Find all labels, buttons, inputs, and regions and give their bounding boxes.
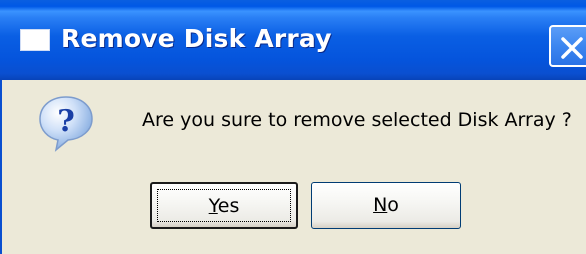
window-frame-left (0, 80, 2, 254)
yes-label-rest: es (217, 195, 240, 217)
yes-button-label: Yes (209, 195, 240, 217)
title-bar[interactable]: Remove Disk Array (0, 0, 586, 80)
dialog-title: Remove Disk Array (61, 24, 332, 53)
window-icon (20, 29, 50, 51)
yes-accelerator: Y (208, 195, 218, 217)
svg-text:?: ? (57, 104, 75, 139)
no-accelerator: N (373, 194, 388, 216)
question-icon: ? (36, 93, 96, 153)
yes-button[interactable]: Yes (150, 182, 298, 229)
no-button-label: No (373, 194, 399, 216)
confirmation-message: Are you sure to remove selected Disk Arr… (142, 109, 572, 131)
no-label-rest: o (387, 194, 399, 216)
close-icon (561, 37, 583, 59)
close-button[interactable] (549, 25, 586, 67)
no-button[interactable]: No (311, 182, 461, 229)
remove-disk-array-dialog: Remove Disk Array ? Are you sure to remo… (0, 0, 586, 254)
